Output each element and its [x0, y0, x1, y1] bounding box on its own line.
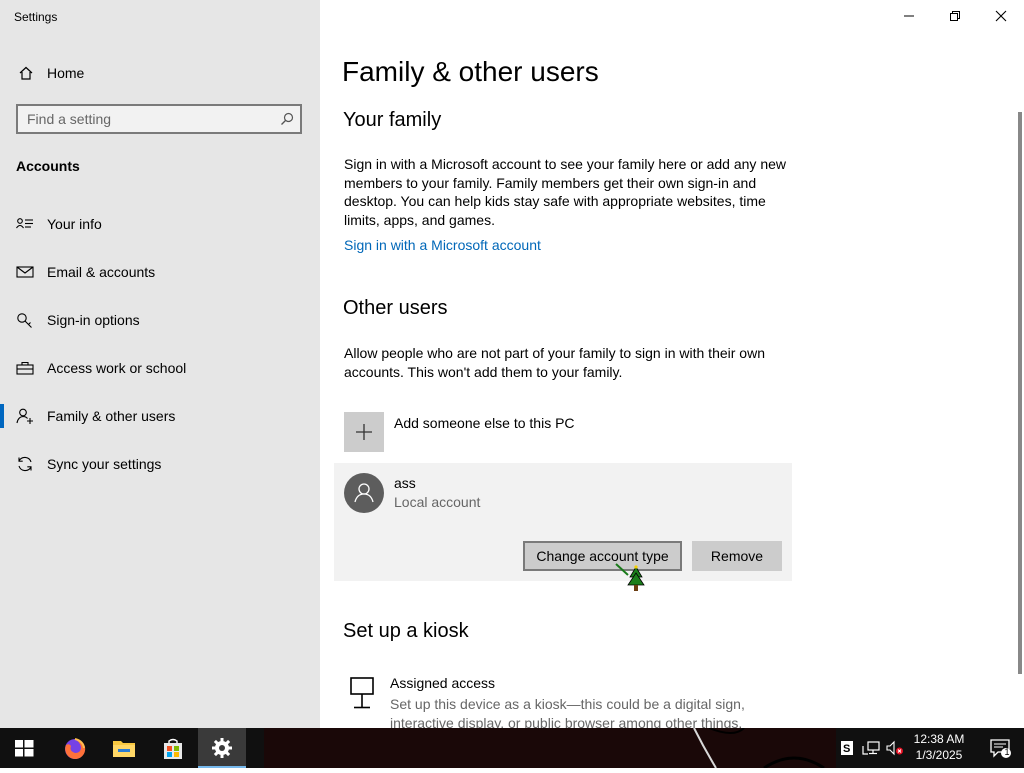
firefox-icon: [65, 738, 86, 759]
tray-app-icon[interactable]: S: [840, 740, 854, 756]
restore-icon: [950, 11, 960, 21]
person-icon: [354, 483, 374, 503]
sidebar-item-label: Email & accounts: [47, 264, 156, 280]
assigned-access-description: Set up this device as a kiosk—this could…: [390, 696, 745, 731]
kiosk-heading: Set up a kiosk: [343, 620, 469, 642]
add-someone-label: Add someone else to this PC: [394, 415, 575, 431]
page-title: Family & other users: [342, 56, 599, 87]
settings-taskbar-button[interactable]: [198, 728, 246, 768]
add-person-icon: [16, 408, 33, 424]
other-users-description: Allow people who are not part of your fa…: [344, 345, 765, 380]
close-icon: [995, 10, 1007, 22]
sidebar-item-email-accounts[interactable]: Email & accounts: [0, 252, 320, 292]
taskbar: S 12:38 AM 1/3/2025 1: [0, 727, 1024, 770]
sidebar-item-sync-settings[interactable]: Sync your settings: [0, 444, 320, 484]
other-users-heading: Other users: [343, 297, 448, 319]
taskbar-clock[interactable]: 12:38 AM 1/3/2025: [906, 731, 972, 763]
mouse-cursor-icon: [615, 563, 645, 591]
avatar: [344, 473, 384, 513]
sidebar-item-access-work-school[interactable]: Access work or school: [0, 348, 320, 388]
home-nav-item[interactable]: Home: [0, 56, 320, 90]
remove-user-button[interactable]: Remove: [692, 541, 782, 571]
scrollbar[interactable]: [1018, 112, 1022, 674]
app-title: Settings: [14, 10, 58, 24]
store-taskbar-button[interactable]: [148, 728, 196, 768]
sidebar-item-label: Family & other users: [47, 408, 176, 424]
change-account-type-button[interactable]: Change account type: [523, 541, 682, 571]
sync-icon: [18, 456, 32, 472]
sidebar-item-label: Access work or school: [47, 360, 187, 376]
assigned-access-title: Assigned access: [390, 675, 496, 691]
volume-muted-icon[interactable]: [886, 740, 904, 756]
search-input[interactable]: [27, 111, 267, 127]
wallpaper-art-icon: [693, 727, 825, 770]
sidebar: Settings Home Accounts Your info Email &…: [0, 0, 320, 728]
system-tray: S: [838, 728, 906, 768]
sidebar-item-label: Sign-in options: [47, 312, 140, 328]
briefcase-icon: [16, 361, 34, 375]
action-center-button[interactable]: 1: [976, 728, 1024, 768]
main-content: Family & other users Your family Sign in…: [320, 0, 1024, 731]
firefox-taskbar-button[interactable]: [50, 728, 98, 768]
add-someone-button[interactable]: Add someone else to this PC: [344, 412, 784, 452]
minimize-icon: [904, 15, 914, 17]
network-icon[interactable]: [862, 740, 880, 756]
assigned-access-item[interactable]: Assigned access Set up this device as a …: [344, 672, 794, 732]
kiosk-icon: [350, 677, 374, 709]
sidebar-item-your-info[interactable]: Your info: [0, 204, 320, 244]
gear-icon: [212, 738, 232, 758]
sidebar-item-label: Sync your settings: [47, 456, 162, 472]
your-family-heading: Your family: [343, 109, 442, 131]
clock-time: 12:38 AM: [913, 732, 965, 746]
home-label: Home: [47, 65, 85, 81]
user-card[interactable]: ass Local account Change account type Re…: [334, 463, 792, 581]
clock-date: 1/3/2025: [915, 748, 963, 762]
sidebar-item-family-other-users[interactable]: Family & other users: [0, 396, 320, 436]
store-icon: [164, 738, 182, 759]
notification-count-badge: 1: [1004, 747, 1010, 757]
microsoft-sign-in-link[interactable]: Sign in with a Microsoft account: [344, 237, 541, 253]
desktop-wallpaper-strip: [264, 727, 836, 770]
home-icon: [19, 66, 33, 80]
key-icon: [17, 313, 32, 328]
folder-icon: [113, 741, 135, 757]
start-button[interactable]: [0, 728, 48, 768]
user-name: ass: [394, 475, 416, 491]
contact-card-icon: [16, 218, 33, 229]
your-family-description: Sign in with a Microsoft account to see …: [344, 156, 786, 228]
mail-icon: [16, 266, 34, 278]
file-explorer-taskbar-button[interactable]: [99, 728, 147, 768]
windows-logo-icon: [15, 740, 34, 757]
plus-icon: [356, 424, 372, 440]
section-label-accounts: Accounts: [16, 158, 80, 174]
restore-button[interactable]: [932, 0, 978, 32]
sidebar-item-sign-in-options[interactable]: Sign-in options: [0, 300, 320, 340]
sidebar-item-label: Your info: [47, 216, 102, 232]
close-button[interactable]: [978, 0, 1024, 32]
search-icon[interactable]: [280, 112, 294, 126]
minimize-button[interactable]: [886, 0, 932, 32]
svg-text:S: S: [843, 743, 850, 755]
user-account-type: Local account: [394, 494, 481, 510]
plus-tile: [344, 412, 384, 452]
search-box[interactable]: [16, 104, 302, 134]
